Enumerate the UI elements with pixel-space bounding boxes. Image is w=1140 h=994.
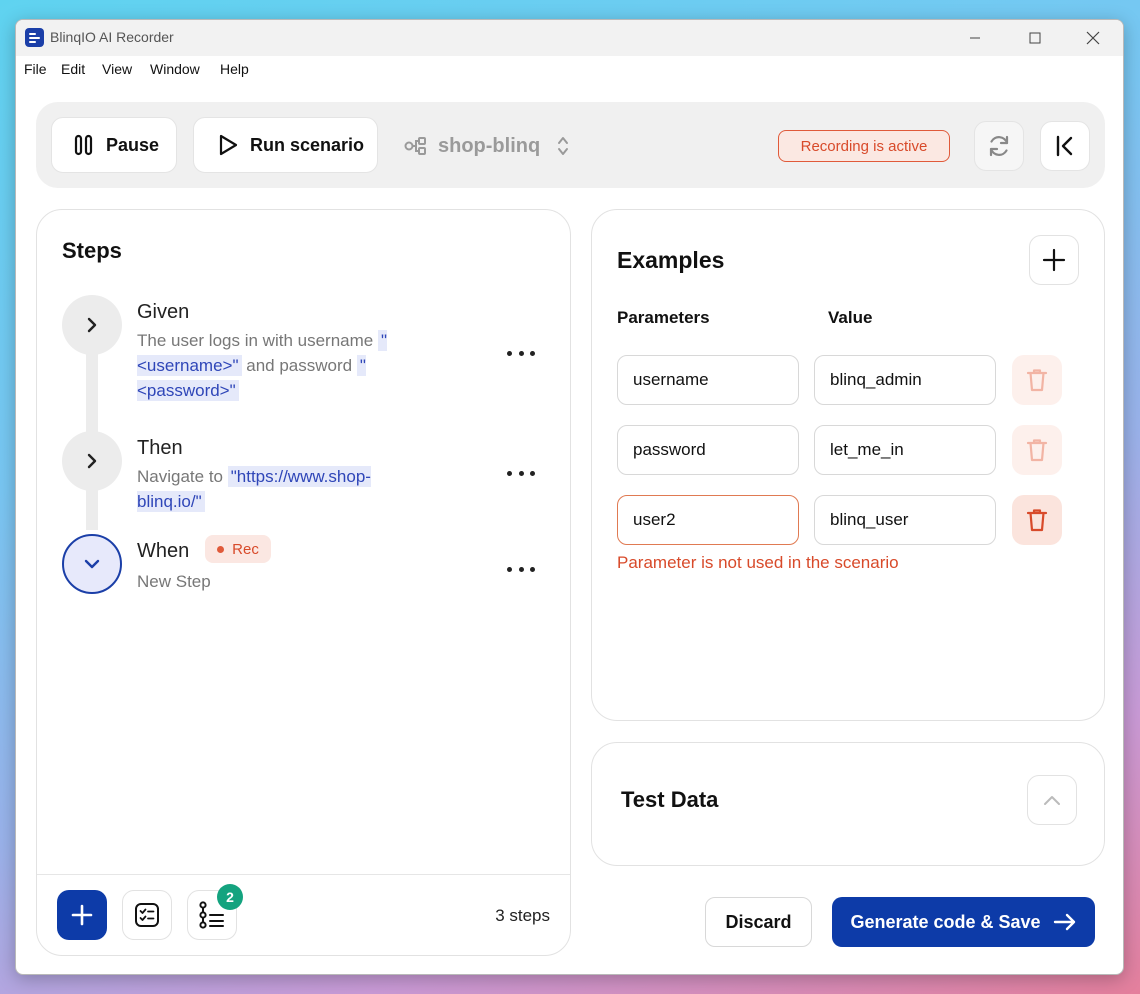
window-title: BlinqIO AI Recorder xyxy=(50,29,174,45)
step-3-expand-button[interactable] xyxy=(62,534,122,594)
maximize-icon xyxy=(1029,32,1041,44)
collapse-left-icon xyxy=(1056,135,1073,157)
step-1-text-2: and password xyxy=(246,356,353,375)
delete-row-button[interactable] xyxy=(1012,495,1062,545)
add-step-button[interactable] xyxy=(57,890,107,940)
step-2-keyword: Then xyxy=(137,437,183,459)
step-1-expand-button[interactable] xyxy=(62,295,122,355)
parameter-field-error[interactable]: user2 xyxy=(617,495,799,545)
close-window-button[interactable] xyxy=(1064,20,1122,56)
menu-file[interactable]: File xyxy=(24,61,47,77)
menu-view[interactable]: View xyxy=(102,61,132,77)
step-1-description: The user logs in with username "<usernam… xyxy=(137,328,437,403)
parameters-column-header: Parameters xyxy=(617,308,710,327)
arrow-right-icon xyxy=(1053,913,1075,931)
recorder-toolbar: Pause Run scenario shop-blinq Recording … xyxy=(36,102,1105,188)
generate-save-button[interactable]: Generate code & Save xyxy=(832,897,1095,947)
step-1-text: The user logs in with username xyxy=(137,331,374,350)
value-field[interactable]: let_me_in xyxy=(814,425,996,475)
chevron-right-icon xyxy=(87,453,97,469)
project-selector[interactable]: shop-blinq xyxy=(404,131,570,161)
pause-icon xyxy=(74,134,93,156)
step-3-description: New Step xyxy=(137,572,211,591)
menu-edit[interactable]: Edit xyxy=(61,61,85,77)
project-name: shop-blinq xyxy=(438,134,541,157)
run-scenario-button[interactable]: Run scenario xyxy=(193,117,378,173)
notification-count-badge: 2 xyxy=(217,884,243,910)
delete-row-button[interactable] xyxy=(1012,355,1062,405)
pause-label: Pause xyxy=(106,134,160,155)
rec-badge-label: Rec xyxy=(232,540,259,558)
app-logo-icon xyxy=(25,28,44,47)
pause-button[interactable]: Pause xyxy=(51,117,177,173)
minimize-icon xyxy=(970,37,980,39)
step-1-keyword: Given xyxy=(137,301,190,323)
play-icon xyxy=(219,134,238,156)
parameter-field[interactable]: username xyxy=(617,355,799,405)
step-count: 3 steps xyxy=(495,906,550,925)
minimize-button[interactable] xyxy=(946,20,1004,56)
plus-icon xyxy=(1042,248,1066,272)
step-2-more-button[interactable] xyxy=(507,468,535,478)
value-column-header: Value xyxy=(828,308,873,327)
step-2-text: Navigate to xyxy=(137,467,223,486)
step-1-more-button[interactable] xyxy=(507,348,535,358)
title-bar: BlinqIO AI Recorder xyxy=(16,20,1123,56)
step-2-expand-button[interactable] xyxy=(62,431,122,491)
examples-title: Examples xyxy=(617,247,725,273)
refresh-icon xyxy=(989,135,1009,157)
rec-dot-icon xyxy=(217,545,225,553)
examples-panel: Examples Parameters Value username blinq… xyxy=(591,209,1105,721)
step-3-keyword: When xyxy=(137,540,190,562)
generate-save-label: Generate code & Save xyxy=(850,911,1041,932)
collapse-panel-button[interactable] xyxy=(1040,121,1090,171)
chevron-down-icon xyxy=(84,559,100,569)
checklist-icon xyxy=(135,903,159,927)
steps-footer-divider xyxy=(37,874,570,875)
rec-badge: Rec xyxy=(205,535,271,563)
parameter-field[interactable]: password xyxy=(617,425,799,475)
value-field[interactable]: blinq_admin xyxy=(814,355,996,405)
menu-bar: File Edit View Window Help xyxy=(16,56,1123,84)
test-data-toggle-button[interactable] xyxy=(1027,775,1077,825)
recording-status-badge: Recording is active xyxy=(778,130,950,162)
checklist-button[interactable] xyxy=(122,890,172,940)
steps-panel: Steps Given The user logs in with userna… xyxy=(36,209,571,956)
chevron-up-icon xyxy=(1044,796,1060,805)
app-window: BlinqIO AI Recorder File Edit View Windo… xyxy=(15,19,1124,975)
trash-icon xyxy=(1026,369,1048,392)
trash-icon xyxy=(1026,439,1048,462)
maximize-button[interactable] xyxy=(1006,20,1064,56)
value-field[interactable]: blinq_user xyxy=(814,495,996,545)
step-2-description: Navigate to "https://www.shop-blinq.io/" xyxy=(137,464,427,514)
test-data-panel: Test Data xyxy=(591,742,1105,866)
menu-help[interactable]: Help xyxy=(220,61,249,77)
project-structure-icon xyxy=(404,137,426,155)
steps-title: Steps xyxy=(62,238,122,263)
parameter-error-message: Parameter is not used in the scenario xyxy=(617,553,899,572)
discard-button[interactable]: Discard xyxy=(705,897,812,947)
close-icon xyxy=(1086,31,1100,45)
menu-window[interactable]: Window xyxy=(150,61,200,77)
trash-icon xyxy=(1026,509,1048,532)
run-scenario-label: Run scenario xyxy=(250,134,365,155)
chevron-right-icon xyxy=(87,317,97,333)
delete-row-button[interactable] xyxy=(1012,425,1062,475)
refresh-button[interactable] xyxy=(974,121,1024,171)
plus-icon xyxy=(71,904,93,926)
add-example-button[interactable] xyxy=(1029,235,1079,285)
test-data-title: Test Data xyxy=(621,787,719,812)
sort-arrows-icon xyxy=(558,137,569,155)
step-3-more-button[interactable] xyxy=(507,564,535,574)
